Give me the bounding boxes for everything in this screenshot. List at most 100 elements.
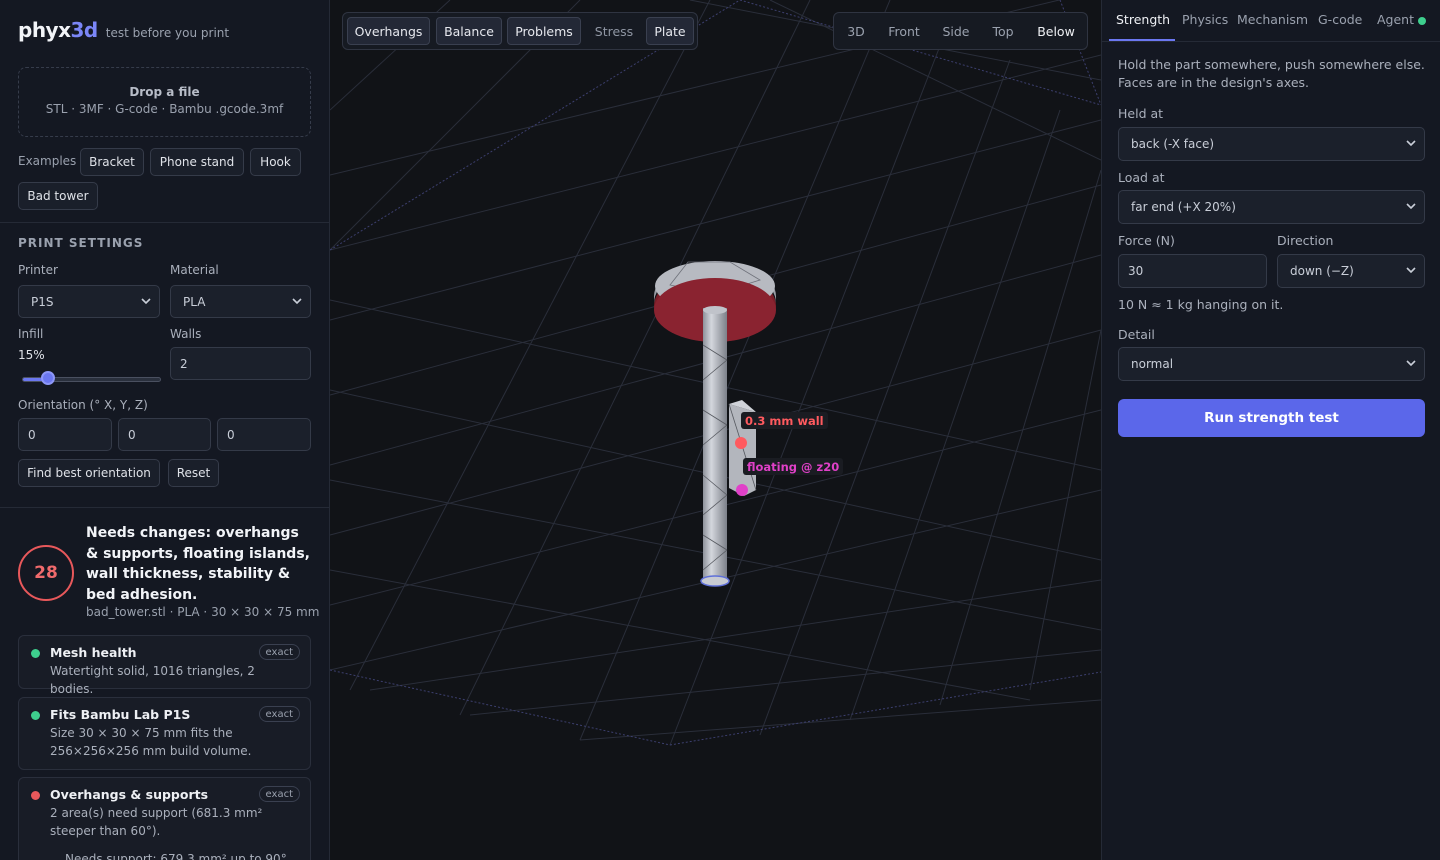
thin-wall-callout: 0.3 mm wall bbox=[741, 412, 828, 429]
dropzone-title: Drop a file bbox=[129, 85, 200, 99]
direction-label: Direction bbox=[1277, 233, 1334, 248]
direction-value: down (−Z) bbox=[1290, 264, 1354, 278]
app-logo[interactable]: phyx3d bbox=[18, 18, 98, 42]
examples-label: Examples bbox=[18, 154, 77, 168]
run-strength-test-button[interactable]: Run strength test bbox=[1118, 399, 1425, 437]
strength-intro: Hold the part somewhere, push somewhere … bbox=[1118, 57, 1425, 90]
check-body: Watertight solid, 1016 triangles, 2 bodi… bbox=[50, 664, 255, 696]
printer-select[interactable]: P1S bbox=[18, 285, 160, 318]
held-at-value: back (-X face) bbox=[1131, 137, 1215, 151]
agent-status-dot bbox=[1418, 17, 1426, 25]
infill-slider-thumb[interactable] bbox=[40, 371, 55, 385]
view-front-button[interactable]: Front bbox=[884, 17, 924, 45]
check-title: Overhangs & supports bbox=[50, 787, 209, 802]
chevron-down-icon bbox=[1406, 203, 1416, 210]
walls-label: Walls bbox=[170, 327, 202, 341]
check-body: Size 30 × 30 × 75 mm fits the 256×256×25… bbox=[50, 726, 252, 758]
3d-viewport[interactable]: 0.3 mm wall floating @ z20 Overhangs Bal… bbox=[330, 0, 1101, 860]
tab-agent[interactable]: Agent bbox=[1377, 12, 1414, 27]
detail-label: Detail bbox=[1118, 327, 1155, 342]
view-top-button[interactable]: Top bbox=[988, 17, 1018, 45]
dropzone-formats: STL · 3MF · G-code · Bambu .gcode.3mf bbox=[45, 102, 284, 116]
check-title: Mesh health bbox=[50, 645, 137, 660]
tab-physics[interactable]: Physics bbox=[1182, 12, 1228, 27]
tab-gcode[interactable]: G-code bbox=[1318, 12, 1362, 27]
mode-stress-button[interactable]: Stress bbox=[586, 17, 642, 45]
mode-problems-button[interactable]: Problems bbox=[507, 17, 581, 45]
reset-orientation-button[interactable]: Reset bbox=[168, 459, 219, 487]
held-at-select[interactable]: back (-X face) bbox=[1118, 127, 1425, 161]
detail-select[interactable]: normal bbox=[1118, 347, 1425, 381]
view-3d-button[interactable]: 3D bbox=[842, 17, 870, 45]
check-card-overhangs[interactable]: Overhangs & supports exact 2 area(s) nee… bbox=[18, 777, 311, 860]
file-dropzone[interactable]: Drop a file STL · 3MF · G-code · Bambu .… bbox=[18, 67, 311, 137]
direction-select[interactable]: down (−Z) bbox=[1277, 254, 1425, 288]
mode-overhangs-button[interactable]: Overhangs bbox=[347, 17, 430, 45]
check-badge: exact bbox=[258, 644, 300, 660]
mode-plate-button[interactable]: Plate bbox=[646, 17, 694, 45]
load-at-label: Load at bbox=[1118, 170, 1165, 185]
view-side-button[interactable]: Side bbox=[938, 17, 974, 45]
load-at-value: far end (+X 20%) bbox=[1131, 200, 1236, 214]
chevron-down-icon bbox=[1406, 140, 1416, 147]
chevron-down-icon bbox=[1406, 360, 1416, 367]
scene-canvas[interactable] bbox=[330, 0, 1101, 860]
walls-input[interactable]: 2 bbox=[170, 347, 311, 380]
find-best-orientation-button[interactable]: Find best orientation bbox=[18, 459, 160, 487]
print-settings-title: PRINT SETTINGS bbox=[18, 236, 144, 250]
material-value: PLA bbox=[183, 294, 206, 309]
active-tab-indicator bbox=[1109, 39, 1175, 41]
status-dot bbox=[31, 791, 40, 800]
camera-view-toolbar: 3D Front Side Top Below bbox=[833, 12, 1088, 50]
view-mode-toolbar: Overhangs Balance Problems Stress Plate bbox=[342, 12, 698, 50]
floating-island-marker bbox=[736, 484, 748, 496]
brand: phyx3d test before you print bbox=[18, 18, 229, 42]
check-card-fits-printer[interactable]: Fits Bambu Lab P1S exact Size 30 × 30 × … bbox=[18, 697, 311, 770]
divider bbox=[0, 507, 329, 508]
status-dot bbox=[31, 649, 40, 658]
example-bad-tower-button[interactable]: Bad tower bbox=[18, 182, 98, 210]
material-select[interactable]: PLA bbox=[170, 285, 311, 318]
force-hint: 10 N ≈ 1 kg hanging on it. bbox=[1118, 297, 1284, 312]
score-badge: 28 bbox=[18, 545, 74, 601]
infill-value: 15% bbox=[18, 348, 45, 362]
wall-warning-marker bbox=[735, 437, 747, 449]
view-below-button[interactable]: Below bbox=[1032, 17, 1080, 45]
tab-strength[interactable]: Strength bbox=[1116, 12, 1170, 27]
file-summary: bad_tower.stl · PLA · 30 × 30 × 75 mm bbox=[86, 605, 320, 619]
status-dot bbox=[31, 711, 40, 720]
left-panel: phyx3d test before you print Drop a file… bbox=[0, 0, 330, 860]
printer-value: P1S bbox=[31, 294, 54, 309]
check-badge: exact bbox=[258, 786, 300, 802]
force-input[interactable]: 30 bbox=[1118, 254, 1267, 288]
right-panel: Strength Physics Mechanism G-code Agent … bbox=[1101, 0, 1440, 860]
tab-mechanism[interactable]: Mechanism bbox=[1237, 12, 1308, 27]
orientation-z-input[interactable]: 0 bbox=[217, 418, 311, 451]
orientation-label: Orientation (° X, Y, Z) bbox=[18, 398, 148, 412]
material-label: Material bbox=[170, 263, 219, 277]
check-body: 2 area(s) need support (681.3 mm² steepe… bbox=[50, 806, 263, 838]
check-title: Fits Bambu Lab P1S bbox=[50, 707, 191, 722]
divider bbox=[0, 222, 329, 223]
example-phone-stand-button[interactable]: Phone stand bbox=[150, 148, 244, 176]
load-at-select[interactable]: far end (+X 20%) bbox=[1118, 190, 1425, 224]
logo-accent: 3d bbox=[70, 18, 99, 42]
orientation-x-input[interactable]: 0 bbox=[18, 418, 112, 451]
printer-label: Printer bbox=[18, 263, 58, 277]
app-tagline: test before you print bbox=[105, 26, 230, 40]
verdict-text: Needs changes: overhangs & supports, flo… bbox=[86, 525, 310, 603]
orientation-y-input[interactable]: 0 bbox=[118, 418, 211, 451]
floating-island-callout: floating @ z20 bbox=[743, 458, 844, 475]
analysis-tabs: Strength Physics Mechanism G-code Agent bbox=[1102, 0, 1440, 42]
logo-main: phyx bbox=[18, 18, 71, 42]
force-label: Force (N) bbox=[1118, 233, 1175, 248]
mode-balance-button[interactable]: Balance bbox=[436, 17, 502, 45]
example-hook-button[interactable]: Hook bbox=[250, 148, 301, 176]
check-badge: exact bbox=[258, 706, 300, 722]
check-card-mesh-health[interactable]: Mesh health exact Watertight solid, 1016… bbox=[18, 635, 311, 696]
chevron-down-icon bbox=[141, 298, 151, 305]
example-bracket-button[interactable]: Bracket bbox=[80, 148, 144, 176]
infill-label: Infill bbox=[18, 327, 44, 341]
detail-value: normal bbox=[1131, 357, 1174, 371]
chevron-down-icon bbox=[1406, 267, 1416, 274]
